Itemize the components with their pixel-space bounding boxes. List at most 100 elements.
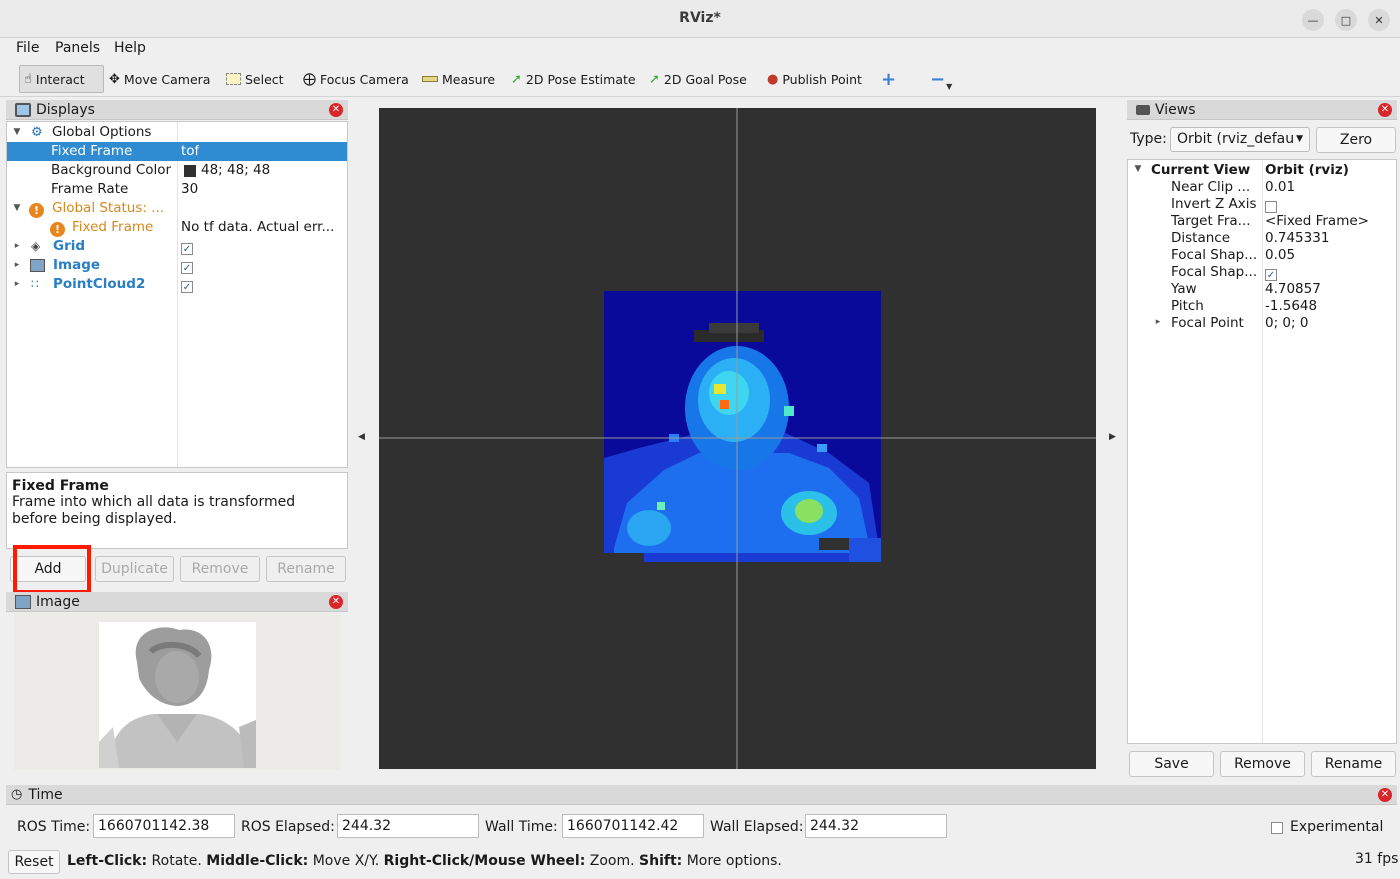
wall-elapsed-field[interactable]: 244.32: [805, 814, 947, 838]
green-arrow-icon: ➚: [511, 71, 522, 87]
tree-row-image[interactable]: ▸ Image ✓: [7, 256, 347, 275]
rename-display-button[interactable]: Rename: [266, 556, 346, 582]
remove-display-button[interactable]: Remove: [180, 556, 260, 582]
views-title: Views: [1155, 101, 1196, 118]
tree-row-background-color[interactable]: Background Color 48; 48; 48: [7, 161, 347, 180]
interact-label: Interact: [35, 71, 85, 87]
background-color-value[interactable]: 48; 48; 48: [201, 161, 270, 180]
reset-button[interactable]: Reset: [8, 850, 60, 874]
close-image-button[interactable]: ✕: [329, 595, 343, 609]
view-row-current-view[interactable]: ▼ Current View Orbit (rviz): [1128, 161, 1396, 178]
color-swatch: [184, 165, 196, 177]
view-type-select[interactable]: Orbit (rviz_defau ▼: [1170, 127, 1310, 152]
collapsed-arrow-icon[interactable]: ▸: [12, 237, 22, 256]
collapsed-arrow-icon[interactable]: ▸: [12, 256, 22, 275]
minus-icon: −: [930, 68, 946, 90]
dropdown-arrow-icon: ▼: [1296, 134, 1303, 144]
duplicate-button[interactable]: Duplicate: [95, 556, 174, 582]
view-row-pitch[interactable]: Pitch -1.5648: [1128, 297, 1396, 314]
view-row-invert-z[interactable]: Invert Z Axis: [1128, 195, 1396, 213]
expanded-arrow-icon[interactable]: ▼: [1133, 160, 1143, 179]
frame-rate-value[interactable]: 30: [181, 180, 198, 199]
tree-row-fixed-frame-status[interactable]: ! Fixed Frame No tf data. Actual err...: [7, 218, 347, 237]
collapse-right-arrow-icon[interactable]: ▶: [1109, 432, 1116, 442]
pose-estimate-tool[interactable]: ➚ 2D Pose Estimate: [507, 65, 640, 93]
goal-pose-tool[interactable]: ➚ 2D Goal Pose: [645, 65, 751, 93]
views-panel-header: Views ✕: [1127, 100, 1397, 120]
property-description: Fixed Frame Frame into which all data is…: [6, 472, 348, 549]
ruler-icon: [422, 76, 438, 82]
hint-key: Shift:: [639, 853, 683, 869]
close-time-button[interactable]: ✕: [1378, 788, 1392, 802]
tree-row-grid[interactable]: ▸ ◈ Grid ✓: [7, 237, 347, 256]
remove-tool-button[interactable]: − ▼: [926, 65, 956, 93]
move-icon: ✥: [109, 71, 120, 87]
collapsed-arrow-icon[interactable]: ▸: [1153, 313, 1163, 332]
fixed-frame-value[interactable]: tof: [181, 142, 199, 161]
view-row-yaw[interactable]: Yaw 4.70857: [1128, 280, 1396, 297]
close-displays-button[interactable]: ✕: [329, 103, 343, 117]
collapsed-arrow-icon[interactable]: ▸: [12, 275, 22, 294]
pointcloud2-checkbox[interactable]: ✓: [181, 278, 193, 297]
tree-row-pointcloud2[interactable]: ▸ ∷ PointCloud2 ✓: [7, 275, 347, 294]
rename-view-button[interactable]: Rename: [1311, 751, 1396, 777]
row-name: Image: [53, 257, 101, 273]
ros-elapsed-label: ROS Elapsed:: [241, 819, 335, 835]
view-row-focal-shape-fixed[interactable]: Focal Shap... ✓: [1128, 263, 1396, 281]
ros-time-field[interactable]: 1660701142.38: [93, 814, 235, 838]
maximize-button[interactable]: □: [1335, 9, 1357, 31]
interact-tool[interactable]: ☝ Interact: [19, 65, 104, 93]
tree-row-global-options[interactable]: ▼ ⚙ Global Options: [7, 123, 347, 142]
menu-help[interactable]: Help: [114, 40, 146, 56]
displays-panel-header: Displays ✕: [6, 100, 348, 120]
move-camera-tool[interactable]: ✥ Move Camera: [105, 65, 214, 93]
tree-row-fixed-frame[interactable]: Fixed Frame tof: [7, 142, 347, 161]
view-row-focal-point[interactable]: ▸ Focal Point 0; 0; 0: [1128, 314, 1396, 331]
fps-counter: 31 fps: [1355, 851, 1399, 867]
status-hint: Left-Click: Rotate. Middle-Click: Move X…: [67, 853, 782, 869]
expanded-arrow-icon[interactable]: ▼: [12, 199, 22, 218]
menu-panels[interactable]: Panels: [55, 40, 100, 56]
view-row-focal-shape-size[interactable]: Focal Shap... 0.05: [1128, 246, 1396, 263]
minimize-button[interactable]: —: [1302, 9, 1324, 31]
row-name: Frame Rate: [51, 181, 129, 197]
view-row-distance[interactable]: Distance 0.745331: [1128, 229, 1396, 246]
view-type-value: Orbit (rviz_defau: [1177, 131, 1295, 147]
row-value[interactable]: 0; 0; 0: [1265, 314, 1308, 333]
publish-point-tool[interactable]: ● Publish Point: [763, 65, 866, 93]
toolbar: ☝ Interact ✥ Move Camera Select ⨁ Focus Cam…: [0, 61, 1400, 97]
image-icon: [15, 594, 31, 609]
hint-key: Left-Click:: [67, 853, 148, 869]
focus-camera-tool[interactable]: ⨁ Focus Camera: [299, 65, 413, 93]
collapse-left-arrow-icon[interactable]: ◀: [358, 432, 365, 442]
row-name: Grid: [53, 238, 86, 254]
add-tool-button[interactable]: +: [877, 65, 900, 93]
view-row-near-clip[interactable]: Near Clip ... 0.01: [1128, 178, 1396, 195]
3d-viewport[interactable]: [379, 108, 1096, 769]
row-name: Focal Point: [1171, 315, 1244, 331]
select-tool[interactable]: Select: [222, 65, 288, 93]
close-window-button[interactable]: ✕: [1368, 9, 1390, 31]
wall-time-field[interactable]: 1660701142.42: [562, 814, 704, 838]
zero-button[interactable]: Zero: [1316, 127, 1396, 153]
tree-row-frame-rate[interactable]: Frame Rate 30: [7, 180, 347, 199]
time-panel-header: ◷ Time ✕: [6, 785, 1397, 805]
remove-view-button[interactable]: Remove: [1220, 751, 1305, 777]
measure-tool[interactable]: Measure: [418, 65, 499, 93]
camera-icon: [1136, 104, 1150, 115]
map-pin-icon: ●: [767, 71, 779, 87]
menu-file[interactable]: File: [16, 40, 39, 56]
save-view-button[interactable]: Save: [1129, 751, 1214, 777]
tree-row-global-status[interactable]: ▼ ! Global Status: ...: [7, 199, 347, 218]
goal-pose-label: 2D Goal Pose: [663, 71, 747, 87]
close-views-button[interactable]: ✕: [1378, 103, 1392, 117]
experimental-label: Experimental: [1290, 819, 1384, 835]
type-label: Type:: [1130, 131, 1167, 147]
experimental-checkbox[interactable]: [1271, 820, 1283, 836]
wall-elapsed-label: Wall Elapsed:: [710, 819, 804, 835]
title-bar: RViz* — □ ✕: [0, 0, 1400, 38]
ros-elapsed-field[interactable]: 244.32: [337, 814, 479, 838]
description-title: Fixed Frame: [12, 478, 109, 494]
view-row-target-frame[interactable]: Target Fra... <Fixed Frame>: [1128, 212, 1396, 229]
expanded-arrow-icon[interactable]: ▼: [12, 123, 22, 142]
